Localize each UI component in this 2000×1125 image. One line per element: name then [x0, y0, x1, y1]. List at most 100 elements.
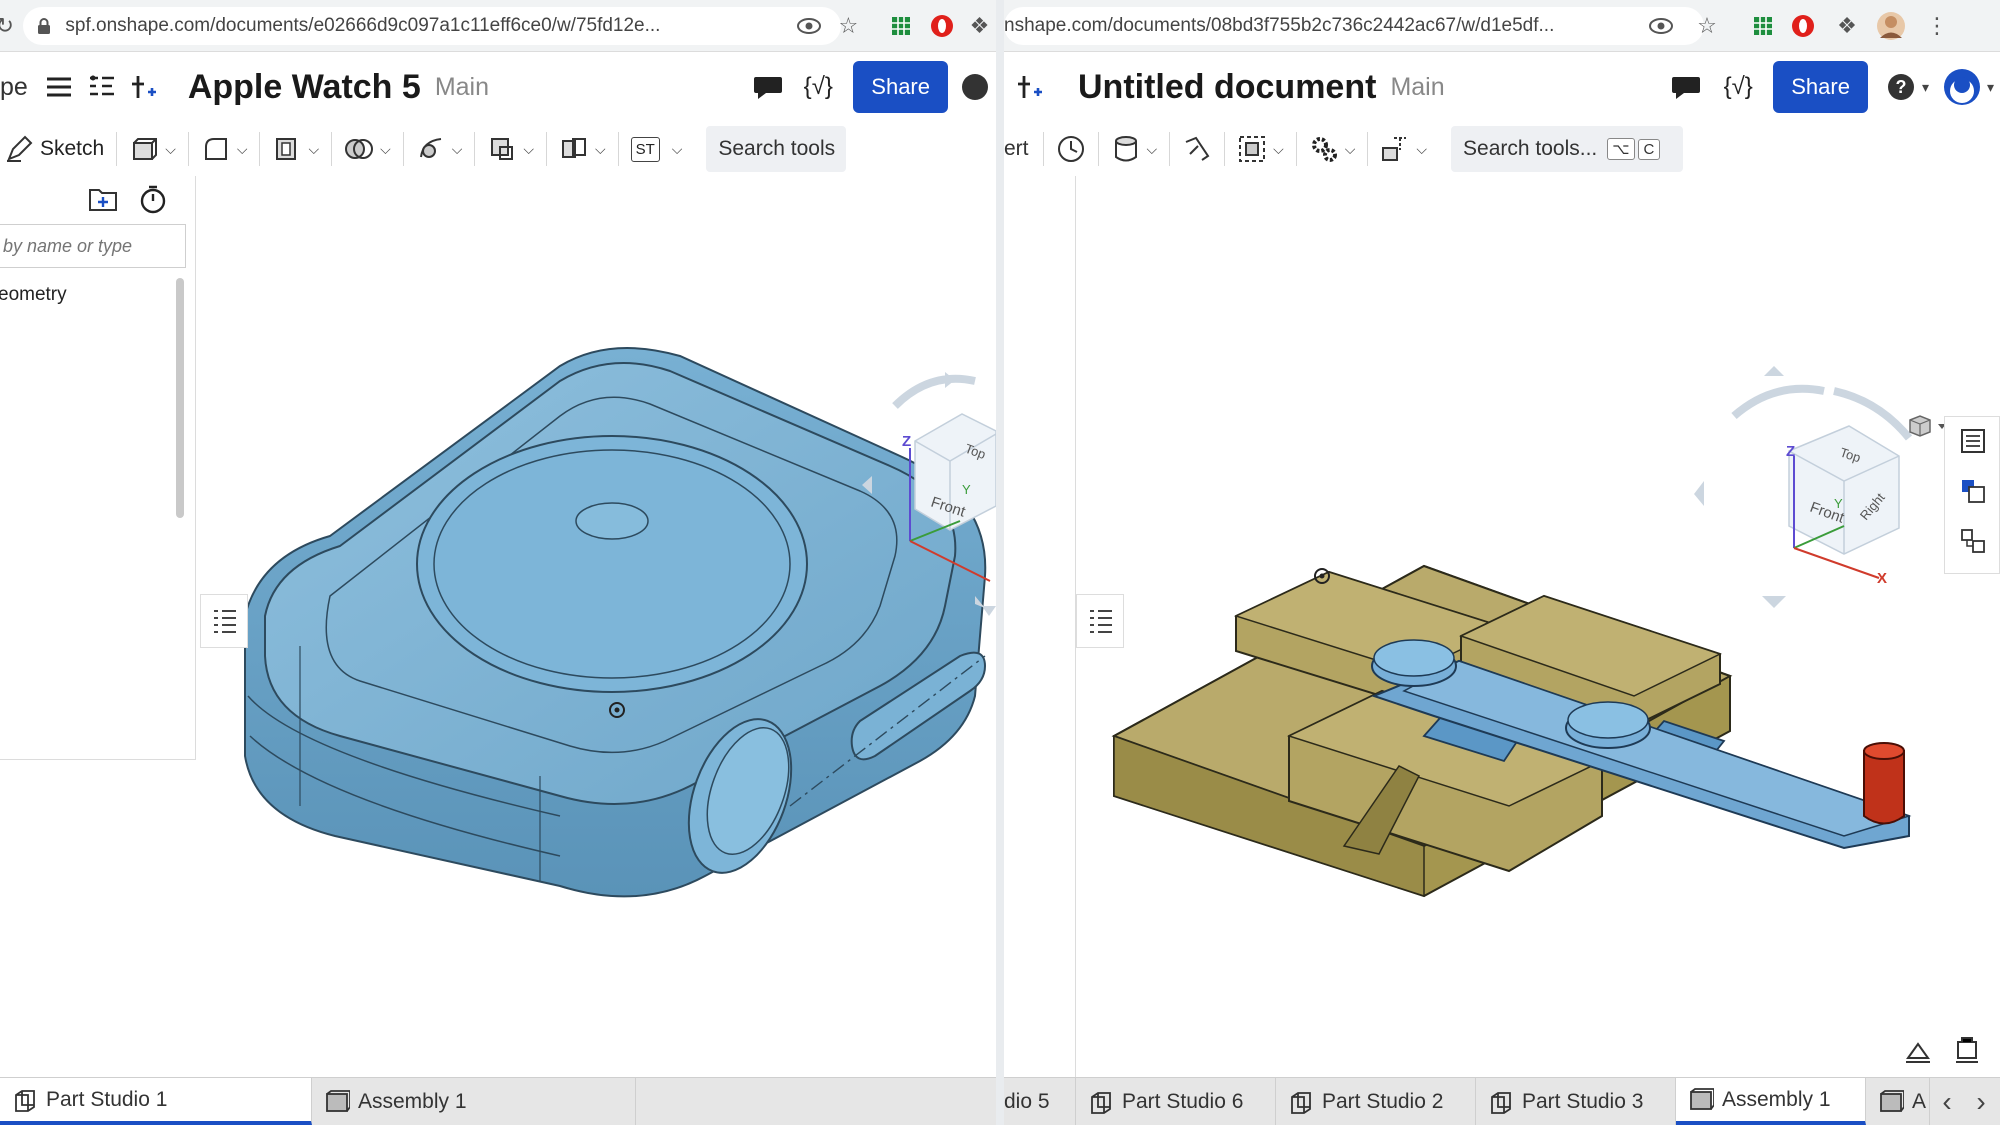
share-button[interactable]: Share [1773, 61, 1868, 113]
sheets-extension-icon[interactable] [885, 9, 918, 43]
measure-icon[interactable] [1904, 1038, 1932, 1069]
chevron-down-icon[interactable]: ⌵ [237, 141, 248, 158]
tab-label: Assembly 1 [1722, 1087, 1831, 1111]
feature-filter-input[interactable] [0, 224, 186, 268]
search-tools-field[interactable]: Search tools [706, 126, 847, 172]
group-tool[interactable]: ⌵ [1233, 127, 1288, 171]
fillet-tool[interactable]: ⌵ [197, 127, 252, 171]
sketch-tool[interactable]: Sketch [0, 127, 108, 171]
feature-tree-item[interactable]: eometry [0, 284, 67, 306]
browser-menu-icon[interactable]: ⋮ [1920, 9, 1954, 43]
shell-tool[interactable]: ⌵ [268, 127, 323, 171]
extrude-tool[interactable]: ⌵ [125, 127, 180, 171]
boolean-tool[interactable]: ⌵ [340, 127, 395, 171]
url-text: spf.onshape.com/documents/e02666d9c097a1… [65, 14, 661, 36]
opera-extension-icon[interactable] [1786, 9, 1820, 43]
document-title[interactable]: Apple Watch 5 [188, 68, 421, 107]
tab-part-studio-6[interactable]: Part Studio 6 [1076, 1078, 1276, 1125]
chevron-down-icon[interactable]: ⌵ [1345, 141, 1356, 158]
tab-assembly-1[interactable]: Assembly 1 [312, 1078, 636, 1125]
url-text: nshape.com/documents/08bd3f755b2c736c244… [1004, 14, 1555, 36]
view-cube[interactable]: Top Front Right Z Y X [1694, 366, 1978, 608]
chevron-down-icon[interactable]: ⌵ [380, 141, 391, 158]
tab-part-studio-1[interactable]: Part Studio 1 [0, 1078, 312, 1125]
assembly-model[interactable]: Top Front Right Z Y X [1004, 176, 2000, 1077]
chevron-right-icon[interactable]: › [1964, 1078, 1998, 1125]
sweep-tool[interactable]: ⌵ [412, 127, 467, 171]
comment-icon[interactable] [747, 66, 789, 108]
chevron-down-icon[interactable]: ⌵ [452, 141, 463, 158]
chevron-down-icon[interactable]: ▾ [1987, 79, 1994, 96]
chevron-down-icon[interactable]: ▾ [1922, 79, 1929, 96]
configurations-icon[interactable] [1959, 477, 1987, 510]
view-options-icon[interactable] [1909, 415, 1946, 437]
tab-part-studio-2[interactable]: Part Studio 2 [1276, 1078, 1476, 1125]
bookmark-star-icon[interactable]: ☆ [832, 9, 865, 43]
user-avatar-icon[interactable] [1941, 66, 1983, 108]
rollback-timer-icon[interactable] [138, 184, 168, 219]
url-field[interactable]: nshape.com/documents/08bd3f755b2c736c244… [1004, 6, 1704, 45]
explode-tool[interactable]: ⌵ [1376, 127, 1431, 171]
mate-tool[interactable]: ⌵ [1305, 127, 1360, 171]
chevron-down-icon[interactable]: ⌵ [1416, 141, 1427, 158]
chevron-down-icon[interactable]: ⌵ [672, 141, 683, 158]
chevron-down-icon[interactable]: ⌵ [165, 141, 176, 158]
tab-part-studio-5[interactable]: dio 5 [1004, 1078, 1076, 1125]
comment-icon[interactable] [1665, 66, 1707, 108]
plane-tool[interactable]: ⌵ [483, 127, 538, 171]
assembly-icon [1688, 1087, 1714, 1113]
cylinder-tool[interactable]: ⌵ [1107, 127, 1162, 171]
standard-content-tool[interactable]: ST ⌵ [627, 127, 687, 171]
boolean-icon [344, 134, 374, 164]
bookmark-star-icon[interactable]: ☆ [1690, 9, 1724, 43]
branch-label[interactable]: Main [435, 73, 489, 102]
chevron-down-icon[interactable]: ⌵ [595, 141, 606, 158]
branch-label[interactable]: Main [1390, 73, 1444, 102]
search-tools-field[interactable]: Search tools... ⌥ C [1451, 126, 1684, 172]
add-folder-icon[interactable] [88, 186, 118, 217]
eye-icon[interactable] [793, 9, 826, 43]
tab-assembly-partial[interactable]: A [1866, 1078, 1930, 1125]
chevron-left-icon[interactable]: ‹ [1930, 1078, 1964, 1125]
chevron-down-icon[interactable]: ⌵ [308, 141, 319, 158]
document-title[interactable]: Untitled document [1078, 68, 1376, 107]
profile-avatar[interactable] [1874, 9, 1908, 43]
insert-icon[interactable] [1008, 66, 1050, 108]
graphics-viewport[interactable]: Top Front Right Z Y X [1004, 176, 2000, 1077]
pattern-tool[interactable]: ⌵ [555, 127, 610, 171]
tab-label: Part Studio 6 [1122, 1089, 1244, 1113]
puzzle-extension-icon[interactable]: ❖ [1830, 9, 1864, 43]
modeling-toolbar: Sketch ⌵ ⌵ ⌵ ⌵ ⌵ ⌵ ⌵ ST ⌵ Search tools [0, 122, 996, 176]
eye-icon[interactable] [1644, 9, 1678, 43]
reload-icon[interactable]: ↻ [0, 9, 15, 43]
help-icon[interactable] [954, 66, 996, 108]
tab-assembly-1[interactable]: Assembly 1 [1676, 1078, 1866, 1125]
toolbar-separator [1169, 132, 1171, 166]
assembly-icon [324, 1089, 350, 1115]
chevron-down-icon[interactable]: ⌵ [1147, 141, 1158, 158]
help-icon[interactable]: ? [1880, 66, 1922, 108]
url-field[interactable]: spf.onshape.com/documents/e02666d9c097a1… [23, 6, 841, 45]
mate-connector-tool[interactable] [1052, 127, 1090, 171]
mate-features-icon[interactable] [1959, 527, 1987, 560]
opera-extension-icon[interactable] [926, 9, 959, 43]
hamburger-menu-icon[interactable] [38, 66, 80, 108]
explode-icon [1380, 134, 1410, 164]
toolbar-separator [617, 132, 619, 166]
variable-icon[interactable]: {√} [797, 66, 839, 108]
feature-tree-toggle-icon[interactable] [200, 594, 248, 648]
chevron-down-icon[interactable]: ⌵ [1273, 141, 1284, 158]
bill-of-materials-icon[interactable] [1959, 427, 1987, 460]
feature-list-icon[interactable] [80, 66, 122, 108]
share-button[interactable]: Share [853, 61, 948, 113]
relation-tool[interactable] [1178, 127, 1216, 171]
sheets-extension-icon[interactable] [1746, 9, 1780, 43]
variable-icon[interactable]: {√} [1717, 66, 1759, 108]
chevron-down-icon[interactable]: ⌵ [523, 141, 534, 158]
insert-icon[interactable] [122, 66, 164, 108]
document-tab-bar: dio 5 Part Studio 6 Part Studio 2 Part S… [1004, 1077, 2000, 1125]
puzzle-extension-icon[interactable]: ❖ [963, 9, 996, 43]
feature-panel-scrollbar[interactable] [176, 278, 184, 518]
mass-properties-icon[interactable] [1954, 1036, 1980, 1069]
tab-part-studio-3[interactable]: Part Studio 3 [1476, 1078, 1676, 1125]
